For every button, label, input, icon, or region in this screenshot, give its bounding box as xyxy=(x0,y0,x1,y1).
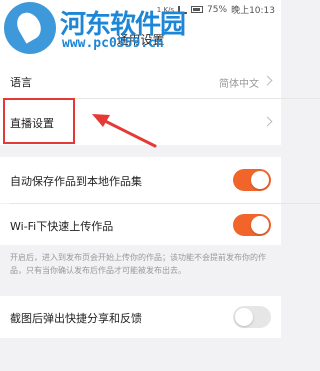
screenshot-share-row: 截图后弹出快捷分享和反馈 xyxy=(0,296,281,338)
page-header: 通用设置 xyxy=(0,17,281,64)
toggle-knob xyxy=(251,216,269,234)
battery-icon xyxy=(191,6,204,13)
screenshot-share-toggle[interactable] xyxy=(233,306,271,328)
wifi-upload-row: Wi-Fi下快速上传作品 xyxy=(0,204,281,245)
autosave-row: 自动保存作品到本地作品集 xyxy=(0,157,281,203)
language-value: 简体中文 xyxy=(219,79,259,90)
wifi-upload-label: Wi-Fi下快速上传作品 xyxy=(10,220,114,233)
autosave-label: 自动保存作品到本地作品集 xyxy=(10,175,142,188)
wifi-upload-toggle[interactable] xyxy=(233,214,271,236)
page-title: 通用设置 xyxy=(116,33,165,47)
signal-icon xyxy=(178,5,188,14)
network-speed: 1 K/s xyxy=(156,5,175,14)
language-row[interactable]: 语言 简体中文 xyxy=(0,64,281,98)
status-bar-right: 1 K/s 75% 晚上10:13 xyxy=(156,3,275,17)
clock: 晚上10:13 xyxy=(231,6,275,16)
toggle-knob xyxy=(235,308,253,326)
battery-percent: 75% xyxy=(207,4,228,15)
status-bar: 1 K/s 75% 晚上10:13 xyxy=(0,0,281,17)
autosave-toggle[interactable] xyxy=(233,169,271,191)
chevron-right-icon xyxy=(262,116,273,127)
wifi-upload-note: 开启后，进入到发布页会开始上传你的作品；该功能不会提前发布你的作品，只有当你确认… xyxy=(10,253,266,275)
screenshot-share-label: 截图后弹出快捷分享和反馈 xyxy=(10,312,142,325)
language-label: 语言 xyxy=(10,76,32,89)
toggle-knob xyxy=(251,171,269,189)
annotation-highlight-box xyxy=(3,98,75,144)
chevron-right-icon xyxy=(262,75,273,86)
